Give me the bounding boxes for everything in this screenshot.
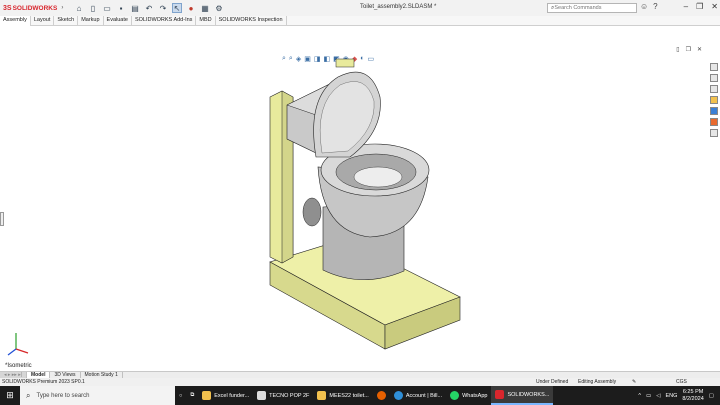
- title-bar: 3S SOLIDWORKS › ⌂ ▯ ▭ ▪ ▤ ↶ ↷ ↖ ● ▦ ⚙ To…: [0, 0, 720, 16]
- phone-icon: [257, 391, 267, 400]
- taskbar-app-solidworks[interactable]: SOLIDWORKS...: [491, 386, 554, 405]
- windows-taskbar: ⊞ ⌕ Type here to search ○ ⧉ Excel funder…: [0, 386, 720, 405]
- windows-start-icon[interactable]: ⊞: [0, 390, 20, 401]
- folder-icon: [202, 391, 212, 400]
- search-commands[interactable]: ⌕: [547, 3, 637, 13]
- tab-add-ins[interactable]: SOLIDWORKS Add-Ins: [132, 16, 197, 26]
- tab-evaluate[interactable]: Evaluate: [104, 16, 132, 26]
- taskbar-search[interactable]: ⌕ Type here to search: [20, 386, 175, 405]
- restore-icon[interactable]: ❐: [696, 2, 703, 11]
- options-gear-icon[interactable]: ⚙: [214, 3, 224, 13]
- tab-sketch[interactable]: Sketch: [54, 16, 79, 26]
- clock[interactable]: 6:25 PM 8/2/2024: [682, 389, 703, 403]
- view-orientation-label: *Isometric: [5, 363, 32, 369]
- tab-inspection[interactable]: SOLIDWORKS Inspection: [216, 16, 287, 26]
- file-properties-icon[interactable]: ▦: [200, 3, 210, 13]
- search-icon: ⌕: [26, 390, 31, 400]
- toilet-assembly-model[interactable]: [0, 27, 720, 371]
- solidworks-icon: [495, 390, 505, 399]
- solidworks-window: 3S SOLIDWORKS › ⌂ ▯ ▭ ▪ ▤ ↶ ↷ ↖ ● ▦ ⚙ To…: [0, 0, 720, 405]
- status-bar: SOLIDWORKS Premium 2023 SP0.1 Under Defi…: [0, 378, 720, 386]
- taskbar-search-text: Type here to search: [36, 392, 90, 399]
- help-icon[interactable]: ?: [653, 2, 657, 11]
- rebuild-icon[interactable]: ●: [186, 3, 196, 13]
- minimize-icon[interactable]: –: [684, 2, 688, 11]
- firefox-icon[interactable]: [373, 386, 390, 405]
- water-surface: [353, 166, 403, 188]
- user-icon[interactable]: ☺: [640, 2, 648, 11]
- whatsapp-icon: [450, 391, 460, 400]
- new-document-icon[interactable]: ▯: [88, 3, 98, 13]
- taskbar-app-mees22[interactable]: MEES22 toilet...: [313, 386, 372, 405]
- unit-system[interactable]: CGS: [676, 378, 687, 386]
- chevron-right-icon[interactable]: ›: [61, 5, 63, 11]
- network-icon[interactable]: ▭: [646, 393, 651, 399]
- open-folder-icon[interactable]: ▭: [102, 3, 112, 13]
- flush-button[interactable]: [335, 58, 355, 68]
- tab-layout[interactable]: Layout: [31, 16, 55, 26]
- select-arrow-icon[interactable]: ↖: [172, 3, 182, 13]
- tab-mbd[interactable]: MBD: [196, 16, 216, 26]
- ds-logo-icon: 3S: [3, 4, 12, 12]
- quick-access-toolbar: ⌂ ▯ ▭ ▪ ▤ ↶ ↷ ↖ ● ▦ ⚙: [74, 3, 224, 13]
- taskbar-app-edge[interactable]: Account | Bill...: [390, 386, 446, 405]
- clock-date: 8/2/2024: [682, 395, 704, 402]
- help-icons: ☺ ?: [640, 2, 658, 11]
- close-icon[interactable]: ✕: [711, 2, 718, 11]
- taskbar-app-tecno[interactable]: TECNO POP 2F: [253, 386, 313, 405]
- taskbar-app-label: WhatsApp: [462, 392, 488, 399]
- definition-status: Under Defined: [536, 379, 569, 385]
- taskbar-app-whatsapp[interactable]: WhatsApp: [446, 386, 491, 405]
- folder-icon: [317, 391, 327, 400]
- taskbar-app-label: MEES22 toilet...: [329, 392, 369, 399]
- tab-markup[interactable]: Markup: [78, 16, 104, 26]
- task-view-icon[interactable]: ⧉: [186, 386, 198, 405]
- taskbar-app-label: TECNO POP 2F: [269, 392, 310, 399]
- window-controls: – ❐ ✕: [684, 2, 718, 11]
- redo-icon[interactable]: ↷: [158, 3, 168, 13]
- system-tray: ^ ▭ ◁ ENG 6:25 PM 8/2/2024 ▢: [638, 386, 714, 405]
- document-title: Toilet_assembly2.SLDASM *: [360, 4, 437, 10]
- taskbar-app-excel[interactable]: Excel funder...: [198, 386, 253, 405]
- clock-time: 6:25 PM: [682, 388, 704, 395]
- undo-icon[interactable]: ↶: [144, 3, 154, 13]
- taskbar-app-label: Account | Bill...: [405, 392, 443, 399]
- coordinate-triad: [7, 333, 29, 356]
- search-input[interactable]: [554, 5, 625, 11]
- editing-status: Editing Assembly: [578, 379, 617, 385]
- volume-icon[interactable]: ◁: [656, 393, 660, 399]
- command-manager-tabs: Assembly Layout Sketch Markup Evaluate S…: [0, 16, 720, 26]
- print-icon[interactable]: ▤: [130, 3, 140, 13]
- home-icon[interactable]: ⌂: [74, 3, 84, 13]
- edge-icon: [393, 391, 403, 400]
- brand-label: SOLIDWORKS: [12, 4, 58, 12]
- bottom-tabs: ◂ ▸ ▸▸ ▸| Model 3D Views Motion Study 1: [0, 371, 720, 379]
- solidworks-logo[interactable]: 3S SOLIDWORKS ›: [0, 5, 66, 12]
- taskbar-app-label: SOLIDWORKS...: [507, 391, 550, 398]
- tab-assembly[interactable]: Assembly: [0, 16, 31, 26]
- cortana-icon[interactable]: ○: [175, 386, 186, 405]
- rebuild-status-icon[interactable]: ✎: [632, 378, 636, 386]
- taskbar-app-label: Excel funder...: [214, 392, 250, 399]
- graphics-area[interactable]: ▯ ❐ ✕ ⌕ ⌕ ◈ ▣ ◨ ◧ ◩ ◉ ◆ ◐ ▭: [0, 27, 720, 371]
- drain-pipe[interactable]: [302, 197, 322, 227]
- language-indicator[interactable]: ENG: [665, 393, 677, 399]
- notifications-icon[interactable]: ▢: [709, 393, 714, 399]
- product-version: SOLIDWORKS Premium 2023 SP0.1: [2, 379, 85, 385]
- save-icon[interactable]: ▪: [116, 3, 126, 13]
- show-hidden-icons-icon[interactable]: ^: [638, 393, 641, 399]
